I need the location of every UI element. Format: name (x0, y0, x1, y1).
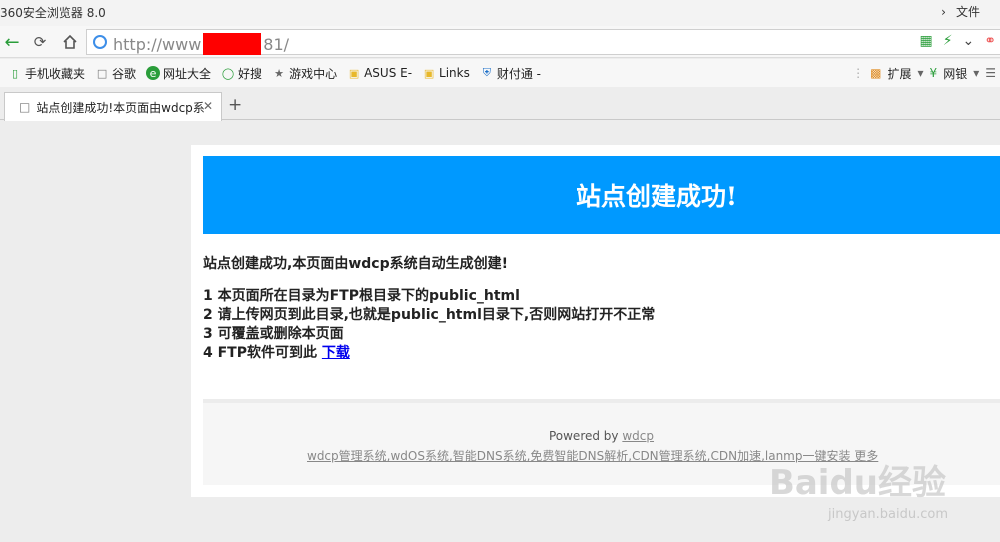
url-redaction (203, 33, 262, 55)
bookmark-item[interactable]: ★ 游戏中心 (272, 65, 337, 82)
bookmark-item[interactable]: □ 谷歌 (95, 65, 136, 82)
menu-icon[interactable]: ☰ (985, 66, 996, 80)
qr-code-icon[interactable]: ▦ (919, 33, 932, 49)
bank-button[interactable]: 网银 (943, 65, 967, 82)
bookmark-label: 财付通 - (496, 66, 542, 81)
bookmark-label: Links (439, 66, 470, 80)
step-4-text: 4 FTP软件可到此 (203, 345, 317, 361)
chevron-right-icon[interactable]: › (941, 5, 946, 19)
powered-by: Powered by wdcp (203, 429, 1000, 443)
heading-banner: 站点创建成功! (203, 156, 1000, 234)
url-prefix: http://www (113, 34, 202, 54)
bookmarks-bar: ▯ 手机收藏夹 □ 谷歌 e 网址大全 ◯ 好搜 ★ 游戏中心 ▣ ASUS E- ▣ Lin… (0, 59, 1000, 87)
chevron-down-icon[interactable]: ▾ (973, 66, 979, 80)
extensions-icon: ▩ (870, 66, 882, 80)
bookmark-item[interactable]: ▣ Links (422, 66, 470, 80)
download-link[interactable]: 下载 (322, 345, 350, 361)
bookmark-item[interactable]: ▣ ASUS E- (347, 66, 412, 80)
bookmark-label: ASUS E- (364, 66, 413, 80)
chevron-down-icon[interactable]: ▾ (918, 66, 924, 80)
new-tab-button[interactable]: + (228, 95, 242, 115)
wdcp-link[interactable]: wdcp (622, 429, 654, 443)
tab-bar: □ 站点创建成功!本页面由wdcp系 ✕ + (0, 88, 1000, 121)
intro-text: 站点创建成功,本页面由wdcp系统自动生成创建! (203, 256, 508, 272)
bookmark-label: 网址大全 (163, 66, 212, 81)
chevron-down-icon[interactable]: ⌄ (963, 33, 975, 49)
folder-icon: ▣ (348, 66, 360, 80)
page-heading: 站点创建成功! (576, 182, 737, 211)
search-icon: ◯ (221, 66, 235, 80)
tab-active[interactable]: □ 站点创建成功!本页面由wdcp系 ✕ (4, 92, 222, 121)
gamepad-icon: ★ (274, 66, 284, 80)
title-bar-controls: › 文件 (941, 3, 1000, 20)
back-arrow-icon[interactable]: ← (0, 30, 24, 54)
home-icon[interactable] (58, 30, 82, 54)
lightning-icon[interactable]: ⚡ (943, 33, 953, 49)
tab-title: 站点创建成功!本页面由wdcp系 (36, 100, 205, 115)
step-2: 2 请上传网页到此目录,也就是public_html目录下,否则网站打开不正常 (203, 307, 656, 323)
bookmark-item[interactable]: e 网址大全 (146, 65, 211, 82)
step-1: 1 本页面所在目录为FTP根目录下的public_html (203, 288, 520, 304)
address-tools: ▦ ⚡ ⌄ ⚭ (919, 33, 996, 49)
bookmarks-right: ⋮ ▩ 扩展 ▾ ¥ 网银 ▾ ☰ (852, 59, 996, 87)
bookmark-label: 谷歌 (112, 66, 137, 81)
page-viewport: 站点创建成功! 站点创建成功,本页面由wdcp系统自动生成创建! 1 本页面所在… (0, 121, 1000, 542)
shield-icon: ⛨ (482, 66, 491, 79)
extensions-button[interactable]: 扩展 (888, 65, 912, 82)
url-suffix: 81/ (263, 34, 290, 54)
phone-icon: ▯ (11, 66, 19, 80)
close-icon[interactable]: ✕ (203, 99, 213, 113)
window-title: 360安全浏览器 8.0 (0, 6, 106, 20)
page-icon: □ (96, 66, 108, 80)
navigation-bar: ← ⟳ http://www 81/ ▦ ⚡ ⌄ ⚭ (0, 26, 1000, 58)
page-icon: □ (19, 100, 31, 114)
refresh-icon[interactable]: ⟳ (28, 30, 52, 54)
bookmark-item[interactable]: ⛨ 财付通 - (480, 65, 541, 82)
powered-by-text: Powered by (548, 429, 619, 443)
title-bar: 360安全浏览器 8.0 › 文件 (0, 0, 1000, 26)
steps-list: 1 本页面所在目录为FTP根目录下的public_html 2 请上传网页到此目… (203, 287, 655, 363)
content-card: 站点创建成功! 站点创建成功,本页面由wdcp系统自动生成创建! 1 本页面所在… (191, 145, 1000, 497)
step-3: 3 可覆盖或删除本页面 (203, 326, 344, 342)
globe-icon (93, 35, 107, 49)
search-engine-icon[interactable]: ⚭ (984, 33, 996, 49)
address-bar[interactable]: http://www 81/ ▦ ⚡ ⌄ ⚭ (86, 29, 1000, 55)
bookmark-item[interactable]: ◯ 好搜 (221, 65, 262, 82)
bookmark-label: 游戏中心 (289, 66, 338, 81)
url-text[interactable]: http://www 81/ (113, 33, 289, 55)
drag-handle-icon: ⋮ (852, 66, 865, 80)
bookmark-label: 手机收藏夹 (25, 66, 86, 81)
baidu-watermark-url: jingyan.baidu.com (828, 507, 948, 522)
web-icon: e (146, 66, 161, 80)
bank-icon: ¥ (929, 66, 938, 80)
file-menu[interactable]: 文件 (956, 3, 980, 20)
folder-icon: ▣ (423, 66, 435, 80)
bookmark-label: 好搜 (238, 66, 263, 81)
bookmark-item[interactable]: ▯ 手机收藏夹 (8, 65, 85, 82)
baidu-watermark: Baidu经验 (768, 463, 946, 503)
step-4: 4 FTP软件可到此 下载 (203, 344, 655, 363)
